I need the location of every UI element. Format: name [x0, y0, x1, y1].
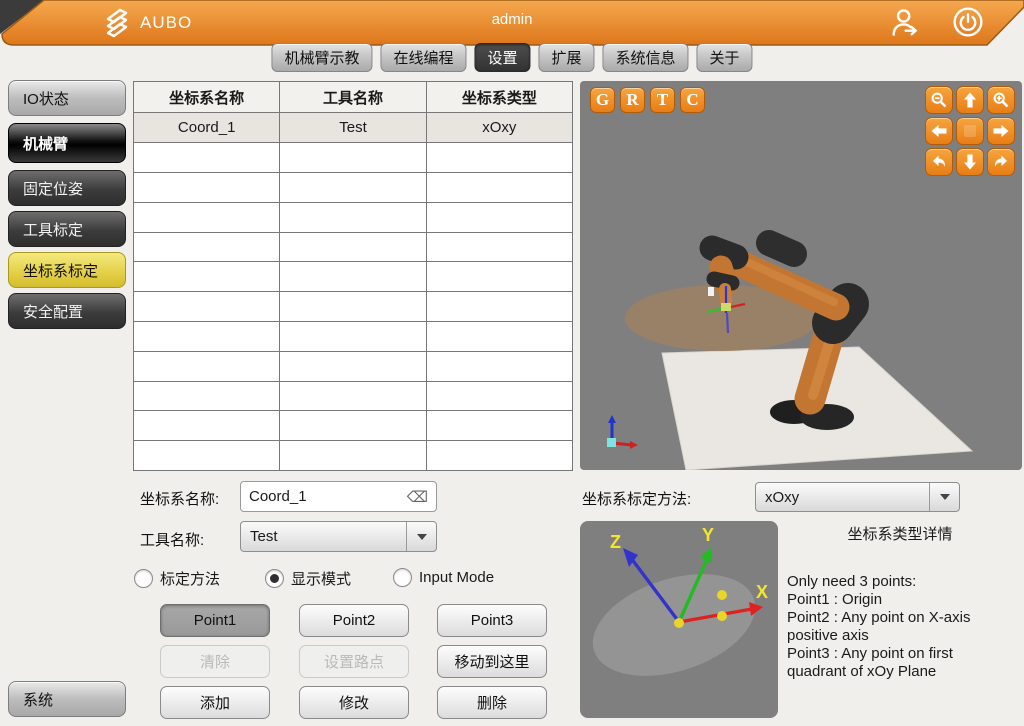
coordinate-table: 坐标系名称 工具名称 坐标系类型 Coord_1 Test xOxy: [133, 81, 573, 471]
sidebar-item-robot-arm[interactable]: 机械臂: [8, 123, 126, 163]
rotate-mode-button[interactable]: R: [620, 87, 645, 113]
cell-coord-type[interactable]: xOxy: [427, 113, 572, 142]
axes-diagram: Z Y X: [580, 521, 778, 718]
sidebar-item-system[interactable]: 系统: [8, 681, 126, 717]
column-header-tool-name: 工具名称: [280, 82, 426, 112]
chevron-down-icon[interactable]: [406, 522, 436, 551]
desc-line: Only need 3 points:: [787, 573, 1023, 591]
header-bar: AUBO admin: [0, 0, 1024, 46]
coord-name-input[interactable]: Coord_1 ⌫: [240, 481, 437, 512]
calibration-method-value: xOxy: [756, 483, 929, 511]
rotate-left-icon[interactable]: [925, 148, 953, 176]
y-axis-label: Y: [702, 525, 714, 545]
zoom-in-icon[interactable]: [987, 86, 1015, 114]
viewport-nav-controls: [925, 86, 1015, 176]
grid-button[interactable]: G: [590, 87, 615, 113]
delete-button[interactable]: 删除: [437, 686, 547, 719]
pan-up-icon[interactable]: [956, 86, 984, 114]
center-view-button[interactable]: C: [680, 87, 705, 113]
zoom-out-icon[interactable]: [925, 86, 953, 114]
modify-button[interactable]: 修改: [299, 686, 409, 719]
table-row-empty[interactable]: [134, 233, 572, 263]
power-icon[interactable]: [952, 6, 984, 38]
table-row-empty[interactable]: [134, 441, 572, 470]
radio-input-mode[interactable]: Input Mode: [393, 568, 494, 587]
table-row-empty[interactable]: [134, 352, 572, 382]
coordinate-type-diagram: Z Y X: [580, 521, 778, 718]
coord-type-details-title: 坐标系类型详情: [790, 523, 1010, 544]
tab-robot-teaching[interactable]: 机械臂示教: [271, 43, 372, 72]
move-here-button[interactable]: 移动到这里: [437, 645, 547, 678]
table-row-empty[interactable]: [134, 411, 572, 441]
sidebar-item-coordinate-calibration[interactable]: 坐标系标定: [8, 252, 126, 288]
logged-in-user: admin: [0, 11, 1024, 28]
table-row-empty[interactable]: [134, 262, 572, 292]
coord-name-label: 坐标系名称:: [140, 488, 219, 509]
sidebar-item-fixed-pose[interactable]: 固定位姿: [8, 170, 126, 206]
sidebar-item-safety-config[interactable]: 安全配置: [8, 293, 126, 329]
radio-display-mode[interactable]: 显示模式: [265, 568, 351, 589]
point3-button[interactable]: Point3: [437, 604, 547, 637]
translate-mode-button[interactable]: T: [650, 87, 675, 113]
table-row-selected[interactable]: Coord_1 Test xOxy: [134, 113, 572, 143]
desc-line: Point3 : Any point on first: [787, 645, 1023, 663]
coord-name-value: Coord_1: [249, 488, 407, 505]
robot-3d-viewport[interactable]: G R T C: [580, 81, 1022, 470]
x-axis-label: X: [756, 582, 768, 602]
sidebar-item-tool-calibration[interactable]: 工具标定: [8, 211, 126, 247]
viewport-center-button[interactable]: [956, 117, 984, 145]
desc-line: positive axis: [787, 627, 1023, 645]
tab-about[interactable]: 关于: [697, 43, 753, 72]
cell-tool-name[interactable]: Test: [280, 113, 426, 142]
column-header-coord-name: 坐标系名称: [134, 82, 280, 112]
desc-line: Point2 : Any point on X-axis: [787, 609, 1023, 627]
point1-button[interactable]: Point1: [160, 604, 270, 637]
table-header-row: 坐标系名称 工具名称 坐标系类型: [134, 82, 572, 113]
user-logout-icon[interactable]: [888, 6, 922, 38]
calibration-description: Only need 3 points: Point1 : Origin Poin…: [787, 573, 1023, 681]
radio-circle-selected[interactable]: [265, 569, 284, 588]
table-row-empty[interactable]: [134, 292, 572, 322]
chevron-down-icon[interactable]: [929, 483, 959, 511]
pan-left-icon[interactable]: [925, 117, 953, 145]
sidebar-item-io-status[interactable]: IO状态: [8, 80, 126, 116]
calibration-method-label: 坐标系标定方法:: [582, 488, 691, 509]
set-waypoint-button: 设置路点: [299, 645, 409, 678]
table-row-empty[interactable]: [134, 203, 572, 233]
tab-settings[interactable]: 设置: [474, 43, 530, 72]
calibration-method-dropdown[interactable]: xOxy: [755, 482, 960, 512]
desc-line: Point1 : Origin: [787, 591, 1023, 609]
cell-coord-name[interactable]: Coord_1: [134, 113, 280, 142]
add-button[interactable]: 添加: [160, 686, 270, 719]
desc-line: quadrant of xOy Plane: [787, 663, 1023, 681]
tool-name-label: 工具名称:: [140, 529, 204, 550]
table-row-empty[interactable]: [134, 322, 572, 352]
backspace-clear-icon[interactable]: ⌫: [407, 488, 428, 506]
tab-extension[interactable]: 扩展: [539, 43, 595, 72]
table-row-empty[interactable]: [134, 143, 572, 173]
main-tab-bar: 机械臂示教 在线编程 设置 扩展 系统信息 关于: [271, 43, 752, 72]
world-axes-indicator: [607, 415, 638, 449]
point2-button[interactable]: Point2: [299, 604, 409, 637]
viewport-mode-buttons: G R T C: [590, 87, 705, 113]
pan-right-icon[interactable]: [987, 117, 1015, 145]
radio-circle[interactable]: [134, 569, 153, 588]
radio-circle[interactable]: [393, 568, 412, 587]
tool-name-dropdown[interactable]: Test: [240, 521, 437, 552]
rotate-right-icon[interactable]: [987, 148, 1015, 176]
tab-system-info[interactable]: 系统信息: [603, 43, 689, 72]
table-row-empty[interactable]: [134, 382, 572, 412]
clear-button: 清除: [160, 645, 270, 678]
z-axis-label: Z: [610, 532, 621, 552]
tool-name-value: Test: [241, 522, 406, 551]
tab-online-programming[interactable]: 在线编程: [380, 43, 466, 72]
column-header-coord-type: 坐标系类型: [427, 82, 572, 112]
pan-down-icon[interactable]: [956, 148, 984, 176]
table-row-empty[interactable]: [134, 173, 572, 203]
radio-calibration-method[interactable]: 标定方法: [134, 568, 220, 589]
